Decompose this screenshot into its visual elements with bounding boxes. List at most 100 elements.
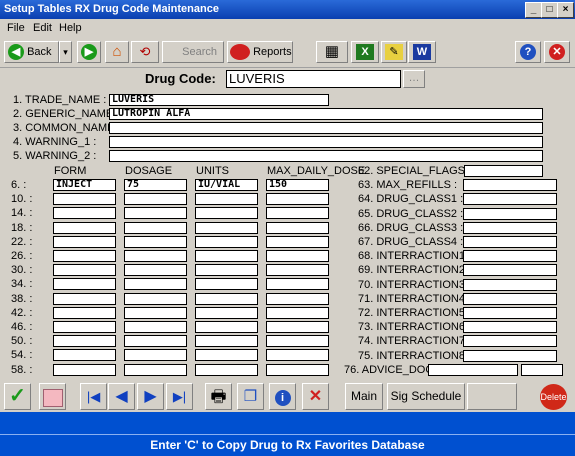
grid-cell[interactable] xyxy=(195,349,258,361)
grid-cell[interactable] xyxy=(124,307,187,319)
grid-cell[interactable] xyxy=(195,207,258,219)
grid-cell[interactable] xyxy=(195,278,258,290)
grid-cell[interactable] xyxy=(195,222,258,234)
back-button[interactable]: ◀ Back xyxy=(4,41,59,63)
save-button[interactable]: ✓ xyxy=(4,383,31,410)
grid-cell[interactable] xyxy=(195,321,258,333)
grid-cell[interactable] xyxy=(124,193,187,205)
search-button[interactable]: Search xyxy=(162,41,224,63)
grid-cell[interactable] xyxy=(195,307,258,319)
home-button[interactable]: ⌂ xyxy=(105,41,129,63)
warning-1-input[interactable] xyxy=(109,136,543,148)
last-record-button[interactable]: ▶| xyxy=(166,383,193,410)
grid-cell[interactable] xyxy=(53,307,116,319)
right-field-input[interactable] xyxy=(463,307,557,319)
clear-button[interactable] xyxy=(39,383,66,410)
grid-cell[interactable] xyxy=(195,236,258,248)
common-name-input[interactable] xyxy=(109,122,543,134)
grid-cell[interactable]: 75 xyxy=(124,179,187,191)
grid-cell[interactable] xyxy=(124,278,187,290)
first-record-button[interactable]: |◀ xyxy=(80,383,107,410)
previous-record-button[interactable]: ◀ xyxy=(108,383,135,410)
right-field-input[interactable] xyxy=(464,165,543,177)
grid-cell[interactable] xyxy=(266,264,329,276)
right-field-input[interactable] xyxy=(463,222,557,234)
blank-tab[interactable] xyxy=(467,383,517,410)
grid-cell[interactable] xyxy=(266,293,329,305)
exit-button[interactable]: ✕ xyxy=(544,41,570,63)
grid-cell[interactable] xyxy=(53,250,116,262)
right-field-input[interactable] xyxy=(463,250,557,262)
reports-button[interactable]: Reports xyxy=(227,41,293,63)
maximize-button[interactable]: □ xyxy=(541,2,558,18)
minimize-button[interactable]: _ xyxy=(525,2,542,18)
grid-cell[interactable] xyxy=(124,349,187,361)
print-button[interactable]: 🖶 xyxy=(205,383,232,410)
advice-doc-extra-input[interactable] xyxy=(521,364,563,376)
tab-main[interactable]: Main xyxy=(345,383,383,410)
right-field-input[interactable] xyxy=(463,350,557,362)
forward-button[interactable]: ▶ xyxy=(77,41,101,63)
grid-cell[interactable] xyxy=(124,250,187,262)
grid-cell[interactable] xyxy=(266,236,329,248)
grid-cell[interactable] xyxy=(53,222,116,234)
drug-code-lookup-button[interactable]: … xyxy=(403,70,425,88)
grid-cell[interactable] xyxy=(124,335,187,347)
grid-cell[interactable]: IU/VIAL xyxy=(195,179,258,191)
help-button[interactable]: ? xyxy=(515,41,541,63)
right-field-input[interactable] xyxy=(463,279,557,291)
drug-code-input[interactable]: LUVERIS xyxy=(226,70,401,88)
grid-cell[interactable] xyxy=(195,335,258,347)
grid-cell[interactable] xyxy=(266,364,329,376)
right-field-input[interactable] xyxy=(463,193,557,205)
advice-doc-input[interactable] xyxy=(428,364,518,376)
trade-name-input[interactable]: LUVERIS xyxy=(109,94,329,106)
delete-button[interactable]: Delete xyxy=(540,384,567,410)
right-field-input[interactable] xyxy=(463,293,557,305)
grid-cell[interactable] xyxy=(124,264,187,276)
grid-cell[interactable] xyxy=(53,335,116,347)
copy-button[interactable]: ❐ xyxy=(237,383,264,410)
grid-cell[interactable] xyxy=(266,335,329,347)
grid-cell[interactable] xyxy=(53,278,116,290)
grid-cell[interactable] xyxy=(53,293,116,305)
grid-cell[interactable] xyxy=(266,349,329,361)
grid-cell[interactable] xyxy=(266,321,329,333)
right-field-input[interactable] xyxy=(463,236,557,248)
right-field-input[interactable] xyxy=(463,321,557,333)
grid-cell[interactable] xyxy=(266,207,329,219)
grid-cell[interactable] xyxy=(195,264,258,276)
grid-cell[interactable] xyxy=(53,236,116,248)
excel-button[interactable]: X xyxy=(351,41,379,63)
warning-2-input[interactable] xyxy=(109,150,543,162)
next-record-button[interactable]: ▶ xyxy=(137,383,164,410)
grid-cell[interactable] xyxy=(124,222,187,234)
grid-cell[interactable]: INJECT xyxy=(53,179,116,191)
grid-cell[interactable] xyxy=(195,293,258,305)
grid-cell[interactable] xyxy=(266,193,329,205)
right-field-input[interactable] xyxy=(463,335,557,347)
grid-cell[interactable] xyxy=(124,207,187,219)
grid-cell[interactable] xyxy=(195,193,258,205)
grid-cell[interactable] xyxy=(124,364,187,376)
grid-cell[interactable] xyxy=(53,193,116,205)
word-button[interactable]: W xyxy=(408,41,436,63)
grid-cell[interactable] xyxy=(266,222,329,234)
generic-name-input[interactable]: LUTROPIN ALFA xyxy=(109,108,543,120)
back-dropdown-button[interactable]: ▾ xyxy=(59,41,72,63)
grid-cell[interactable] xyxy=(53,349,116,361)
calculator-button[interactable]: ▦ xyxy=(316,41,348,63)
refresh-home-button[interactable]: ⟲ xyxy=(131,41,159,63)
grid-cell[interactable]: 150 xyxy=(266,179,329,191)
grid-cell[interactable] xyxy=(53,207,116,219)
grid-cell[interactable] xyxy=(124,293,187,305)
close-window-button[interactable]: × xyxy=(557,2,574,18)
menu-help[interactable]: Help xyxy=(59,22,82,34)
grid-cell[interactable] xyxy=(266,250,329,262)
grid-cell[interactable] xyxy=(124,321,187,333)
grid-cell[interactable] xyxy=(266,307,329,319)
info-button[interactable]: i xyxy=(269,383,296,410)
grid-cell[interactable] xyxy=(53,364,116,376)
grid-cell[interactable] xyxy=(266,278,329,290)
grid-cell[interactable] xyxy=(124,236,187,248)
